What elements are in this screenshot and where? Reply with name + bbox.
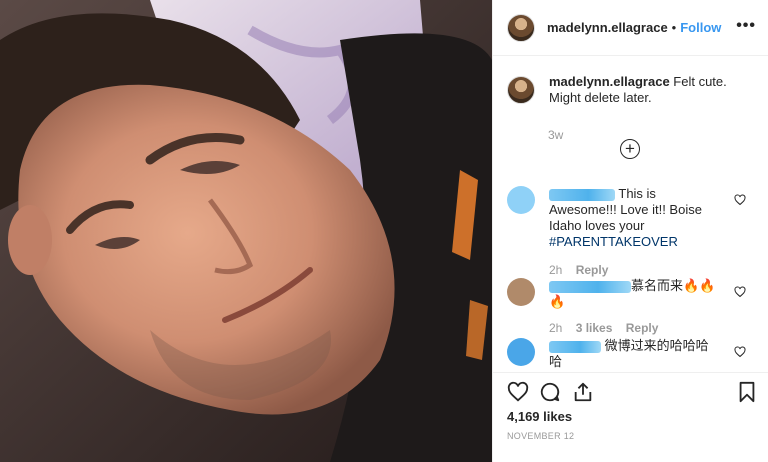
post-date: NOVEMBER 12 — [507, 431, 575, 441]
reply-button[interactable]: Reply — [626, 321, 659, 335]
comment-like-heart-icon[interactable] — [734, 194, 746, 206]
post-header: madelynn.ellagrace • Follow ••• — [493, 0, 768, 56]
comment-username-redacted[interactable] — [549, 188, 615, 201]
follow-button[interactable]: Follow — [680, 20, 721, 35]
comment-like-heart-icon[interactable] — [734, 346, 746, 358]
selfie-image — [0, 0, 492, 462]
comment-item: This is Awesome!!! Love it!! Boise Idaho… — [507, 186, 754, 278]
comment-body: 慕名而来🔥🔥🔥 2h 3 likes Reply — [549, 278, 717, 336]
comment-icon[interactable] — [539, 381, 561, 403]
comment-meta: 2h 3 likes Reply — [549, 320, 717, 336]
action-bar: 4,169 likes NOVEMBER 12 — [493, 372, 768, 462]
share-icon[interactable] — [572, 381, 594, 403]
post-photo[interactable] — [0, 0, 492, 462]
comment-body: This is Awesome!!! Love it!! Boise Idaho… — [549, 186, 717, 278]
author-avatar[interactable] — [507, 13, 535, 42]
caption: madelynn.ellagrace Felt cute. Might dele… — [493, 56, 768, 106]
heart-icon[interactable] — [507, 381, 529, 403]
comment-username-redacted[interactable] — [549, 280, 631, 293]
post-panel: madelynn.ellagrace • Follow ••• madelynn… — [492, 0, 768, 462]
comment-avatar[interactable] — [507, 278, 535, 306]
comment-time: 2h — [549, 263, 563, 277]
separator-dot: • — [671, 20, 677, 35]
comments-section: madelynn.ellagrace Felt cute. Might dele… — [493, 56, 768, 372]
caption-username[interactable]: madelynn.ellagrace — [549, 74, 670, 89]
caption-time: 3w — [548, 128, 564, 142]
comment-item: 慕名而来🔥🔥🔥 2h 3 likes Reply — [507, 278, 754, 336]
caption-text: madelynn.ellagrace Felt cute. Might dele… — [549, 74, 749, 106]
load-more-comments-icon[interactable]: + — [620, 139, 640, 159]
comment-item: 微博过来的哈哈哈哈 — [507, 338, 754, 370]
likes-count[interactable]: 4,169 likes — [507, 409, 572, 424]
comment-time: 2h — [549, 321, 563, 335]
comment-meta: 2h Reply — [549, 262, 717, 278]
author-username[interactable]: madelynn.ellagrace — [547, 20, 668, 35]
reply-button[interactable]: Reply — [576, 263, 609, 277]
bookmark-icon[interactable] — [737, 381, 757, 403]
comment-username-redacted[interactable] — [549, 340, 601, 353]
comment-hashtag[interactable]: #PARENTTAKEOVER — [549, 234, 678, 249]
more-options-icon[interactable]: ••• — [736, 18, 756, 34]
comment-avatar[interactable] — [507, 338, 535, 366]
comment-body: 微博过来的哈哈哈哈 — [549, 338, 717, 370]
caption-avatar[interactable] — [507, 76, 535, 104]
comment-like-heart-icon[interactable] — [734, 286, 746, 298]
comment-likes-count[interactable]: 3 likes — [576, 321, 613, 335]
comment-avatar[interactable] — [507, 186, 535, 214]
